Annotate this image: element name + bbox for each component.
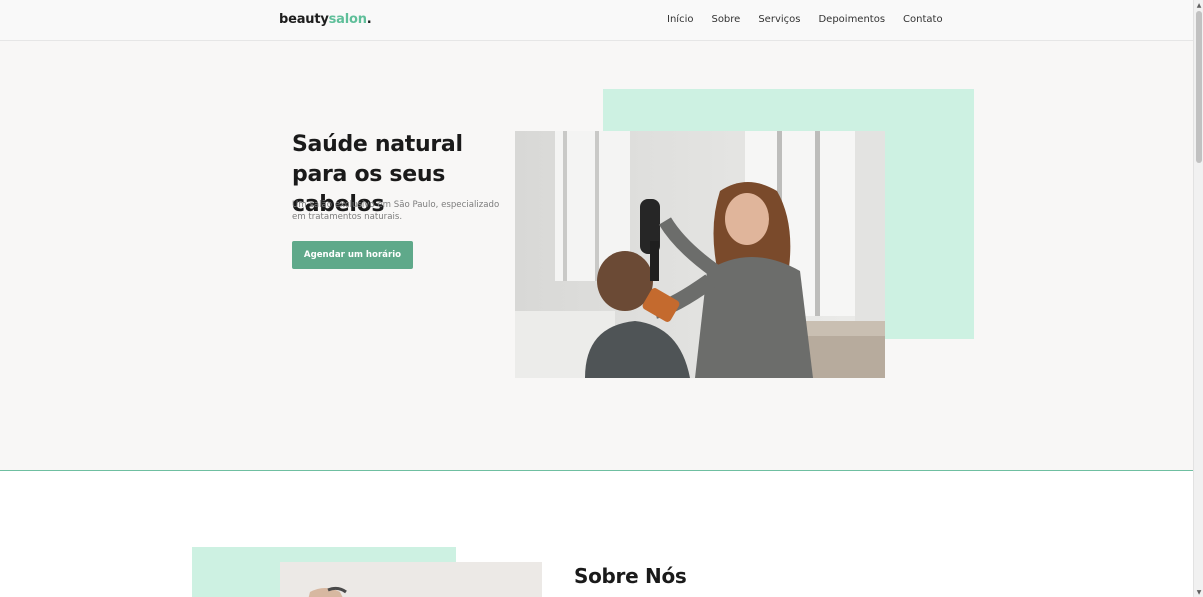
scroll-up-arrow-icon[interactable]: ▲ — [1194, 0, 1203, 10]
logo-dot: . — [366, 12, 372, 27]
logo[interactable]: beautysalon. — [279, 12, 372, 27]
page: beautysalon. Início Sobre Serviços Depoi… — [0, 0, 1193, 597]
main-nav: Início Sobre Serviços Depoimentos Contat… — [667, 14, 961, 25]
about-title: Sobre Nós — [574, 564, 687, 588]
nav-link-sobre[interactable]: Sobre — [711, 14, 740, 25]
hair-stylist-illustration — [515, 131, 885, 378]
hero-salon-photo — [515, 131, 885, 378]
about-section: Sobre Nós — [0, 472, 1193, 597]
hero-section: Saúde natural para os seus cabelos Um sa… — [0, 41, 1193, 471]
site-header: beautysalon. Início Sobre Serviços Depoi… — [0, 0, 1193, 41]
logo-part-beauty: beauty — [279, 12, 329, 27]
about-photo — [280, 562, 542, 597]
vertical-scrollbar[interactable]: ▲ ▼ — [1193, 0, 1203, 597]
nav-link-inicio[interactable]: Início — [667, 14, 693, 25]
scroll-down-arrow-icon[interactable]: ▼ — [1194, 587, 1203, 597]
nav-link-contato[interactable]: Contato — [903, 14, 943, 25]
hero-subtitle: Um salão exclusivo em São Paulo, especia… — [292, 200, 500, 222]
scroll-thumb[interactable] — [1196, 11, 1202, 163]
about-photo-illustration — [280, 562, 542, 597]
logo-part-salon: salon — [328, 12, 367, 27]
schedule-button[interactable]: Agendar um horário — [292, 241, 413, 269]
nav-link-servicos[interactable]: Serviços — [758, 14, 800, 25]
nav-link-depoimentos[interactable]: Depoimentos — [818, 14, 885, 25]
